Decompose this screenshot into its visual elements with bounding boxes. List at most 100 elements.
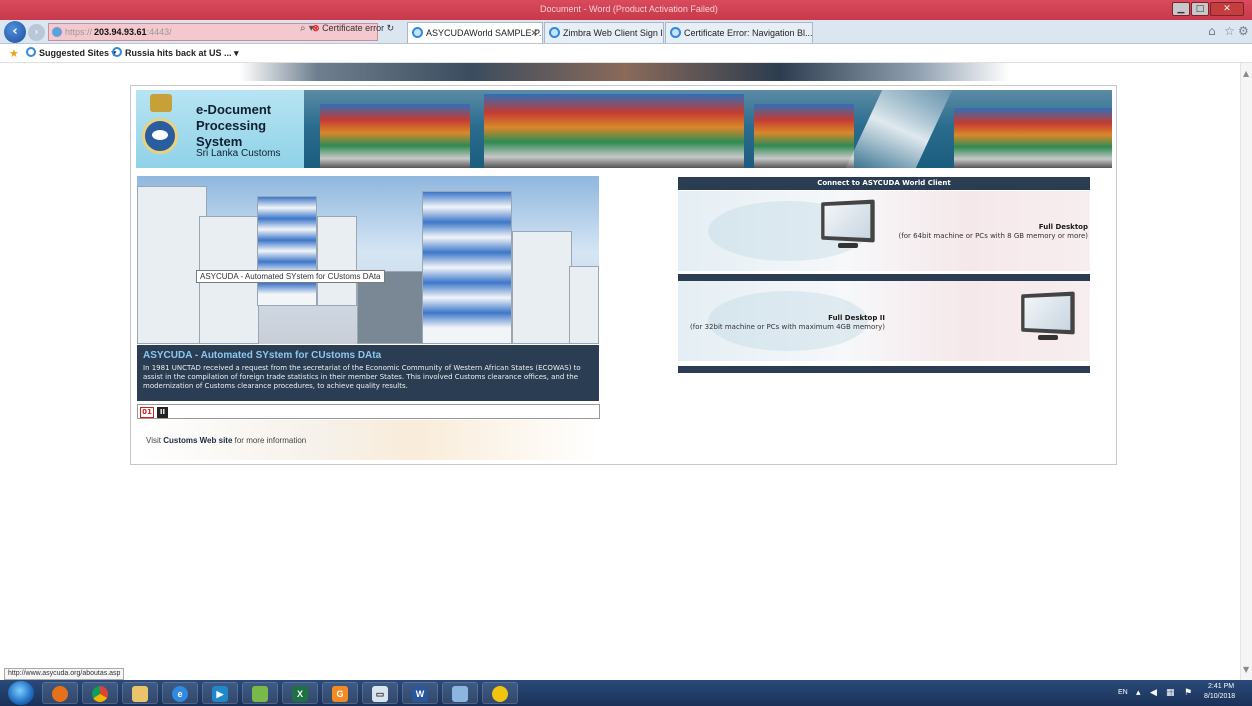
home-icon[interactable]: ⌂ [1208,24,1216,38]
tab-label: ASYCUDAWorld SAMPLE P... [426,28,543,38]
chrome-taskbar-icon[interactable] [82,682,118,704]
slide-caption-body: In 1981 UNCTAD received a request from t… [143,364,581,390]
monitor-icon [818,199,878,248]
google-app-taskbar-icon[interactable]: G [322,682,358,704]
building-shape [137,186,207,344]
banner-logo-panel: e-Document Processing System Sri Lanka C… [136,90,304,168]
internet-explorer-taskbar-icon[interactable]: e [162,682,198,704]
excel-taskbar-icon[interactable]: X [282,682,318,704]
suggested-sites-label: Suggested Sites ▾ [39,48,117,58]
scroll-up-icon[interactable]: ▲ [1243,69,1249,78]
window-titlebar: Document - Word (Product Activation Fail… [0,0,1252,20]
lion-emblem-icon [150,94,172,112]
language-indicator[interactable]: EN [1118,689,1128,696]
banner-subtitle: Sri Lanka Customs [196,148,281,159]
option-title: Full Desktop II [828,314,885,322]
status-bar-url: http://www.asycuda.org/aboutas.asp [4,668,125,680]
pause-icon[interactable]: II [157,407,168,418]
back-icon[interactable]: ‹ [4,21,26,43]
tab-asycuda[interactable]: ASYCUDAWorld SAMPLE P... ✕ [407,22,543,43]
favorites-add-icon[interactable]: ★ [9,47,19,60]
ie-tab-icon [670,27,681,38]
full-desktop-ii-option[interactable]: Full Desktop II (for 32bit machine or PC… [678,281,1090,361]
container-stack [954,108,1112,168]
volume-icon[interactable]: ◀ [1150,688,1157,698]
visit-customs-line: Visit Customs Web site for more informat… [146,436,306,445]
window-title: Document - Word (Product Activation Fail… [540,4,718,14]
slideshow-image[interactable] [137,176,599,344]
option-title: Full Desktop [1038,223,1088,231]
firefox-taskbar-icon[interactable] [42,682,78,704]
folder-taskbar-icon[interactable] [242,682,278,704]
ie-tab-icon [412,27,423,38]
slideshow-pager: 01 II [137,404,600,419]
certificate-error-label: Certificate error [322,23,385,33]
windows-taskbar: e ▶ X G ▭ W EN ▴ ◀ ▦ ⚑ 2:41 PM 8/10/2018 [0,680,1252,706]
maximize-button[interactable]: □ [1191,2,1209,16]
page-banner: e-Document Processing System Sri Lanka C… [136,90,1112,168]
section-divider [678,366,1090,373]
file-explorer-taskbar-icon[interactable] [122,682,158,704]
building-shape [317,216,357,306]
suggested-sites-link[interactable]: Suggested Sites ▾ [26,47,116,59]
word-taskbar-icon[interactable]: W [402,682,438,704]
ie-page-icon [26,47,36,57]
paint-taskbar-icon[interactable] [482,682,518,704]
scroll-down-icon[interactable]: ▼ [1243,665,1249,674]
browser-navbar: ‹ › https://203.94.93.61:4443/ ⌕ ▾ ⊗ Cer… [0,20,1252,44]
slide-page-button[interactable]: 01 [140,407,154,418]
refresh-icon[interactable]: ↻ [387,23,395,33]
building-shape [569,266,599,344]
container-ship-image [304,90,1112,168]
monitor-icon [1018,291,1078,340]
visit-prefix: Visit [146,436,164,445]
tab-certificate-error[interactable]: Certificate Error: Navigation Bl... [665,22,813,43]
network-tray-icon[interactable]: ▦ [1166,688,1175,698]
container-stack [320,104,470,168]
visit-suffix: for more information [232,436,307,445]
forward-icon[interactable]: › [28,24,45,41]
container-stack [484,94,744,168]
option-description: (for 32bit machine or PCs with maximum 4… [690,323,885,331]
action-center-flag-icon[interactable]: ⚑ [1184,688,1192,698]
minimize-button[interactable]: ▁ [1172,2,1190,16]
network-taskbar-icon[interactable] [442,682,478,704]
news-favorite-link[interactable]: Russia hits back at US ... ▾ [112,47,239,59]
container-stack [754,104,854,168]
clock-time[interactable]: 2:41 PM [1208,683,1234,690]
news-favorite-label: Russia hits back at US ... ▾ [125,48,239,58]
address-host: 203.94.93.61 [94,27,147,37]
slide-tooltip: ASYCUDA - Automated SYstem for CUstoms D… [196,270,385,283]
ie-tab-icon [549,27,560,38]
slide-caption-title: ASYCUDA - Automated SYstem for CUstoms D… [143,350,382,361]
full-desktop-option[interactable]: Full Desktop (for 64bit machine or PCs w… [678,191,1090,271]
customs-web-site-link[interactable]: Customs Web site [163,436,232,445]
vertical-scrollbar[interactable]: ▲ ▼ [1240,63,1252,680]
ie-page-icon [52,27,62,37]
tab-label: Zimbra Web Client Sign In [563,28,664,38]
banner-title: e-Document Processing System [196,102,272,149]
address-protocol: https:// [65,27,93,37]
building-shape [422,191,512,344]
favorites-bar: ★ Suggested Sites ▾ Russia hits back at … [0,45,1252,63]
favorites-star-icon[interactable]: ☆ [1224,24,1235,38]
close-tab-icon[interactable]: ✕ [530,23,538,43]
gear-icon[interactable]: ⚙ [1238,24,1249,38]
ie-page-icon [112,47,122,57]
start-button-icon[interactable] [8,681,34,705]
certificate-error-indicator[interactable]: ⊗ Certificate error ↻ [312,23,394,34]
option-description: (for 64bit machine or PCs with 8 GB memo… [898,232,1088,240]
close-window-button[interactable]: ✕ [1210,2,1244,16]
ship-wake [845,90,953,168]
building-shape [257,196,317,306]
connect-header: Connect to ASYCUDA World Client [678,177,1090,190]
media-player-taskbar-icon[interactable]: ▶ [202,682,238,704]
address-port: :4443/ [146,27,172,37]
clock-date[interactable]: 8/10/2018 [1204,693,1235,700]
window-taskbar-icon[interactable]: ▭ [362,682,398,704]
customs-emblem-icon [142,118,178,154]
slide-caption: ASYCUDA - Automated SYstem for CUstoms D… [137,345,599,401]
port-header-strip [240,63,1010,81]
show-hidden-icons-icon[interactable]: ▴ [1136,688,1141,698]
tab-zimbra[interactable]: Zimbra Web Client Sign In [544,22,664,43]
